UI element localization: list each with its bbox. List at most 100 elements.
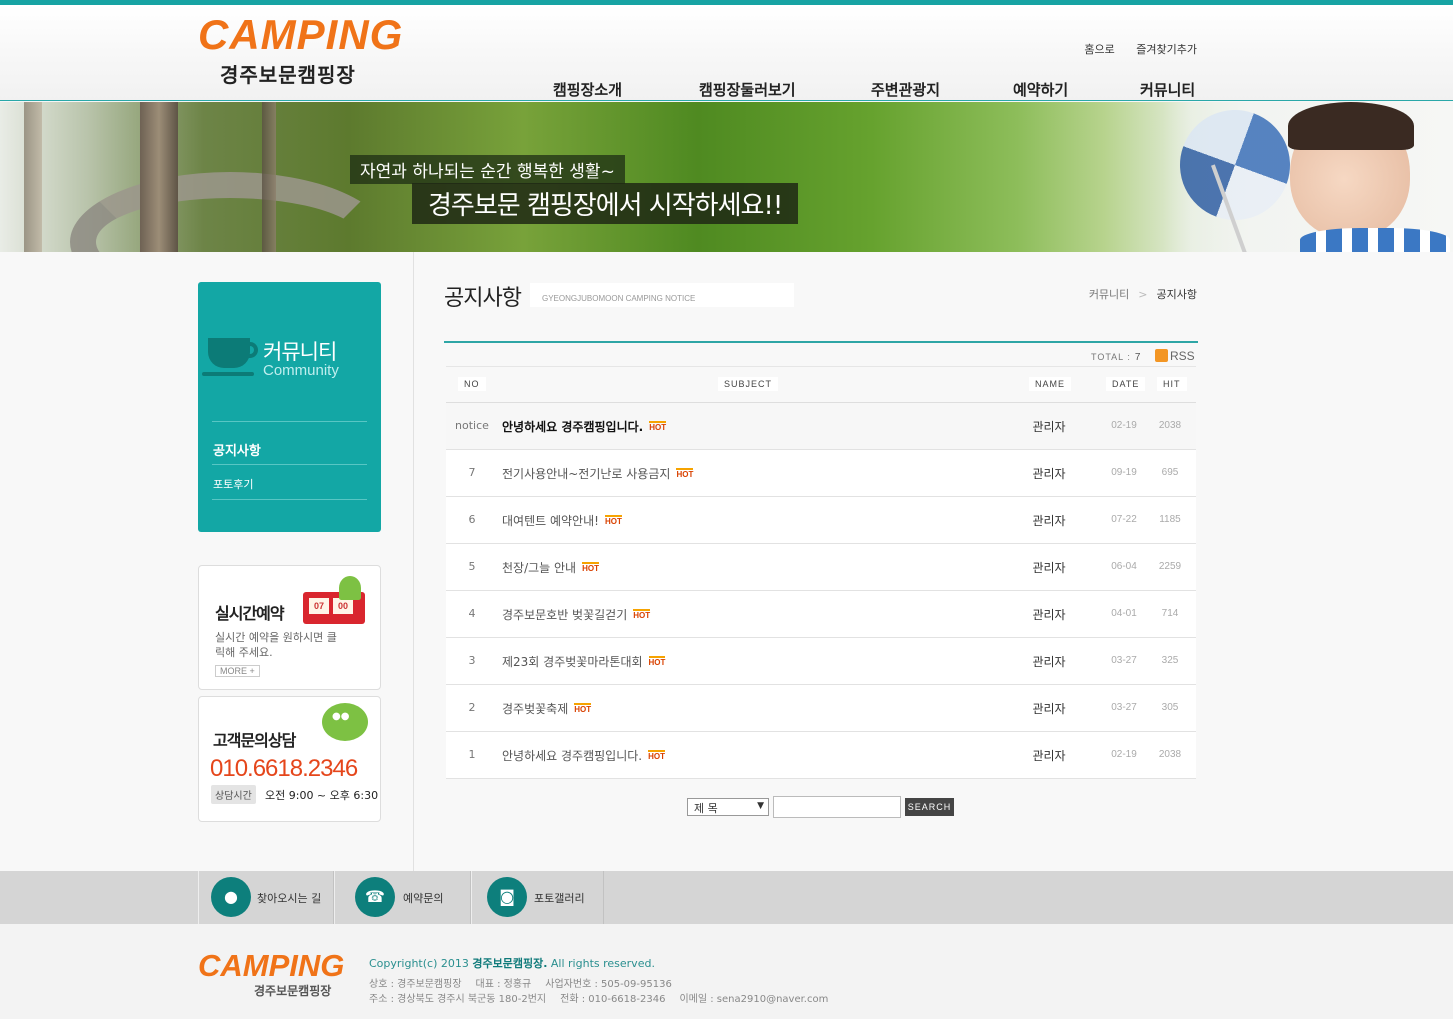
clock-hour: 07 [309, 598, 329, 614]
search-field-select[interactable]: 제 목 ▼ [687, 798, 769, 816]
row-hit: 714 [1161, 608, 1179, 619]
total-count: TOTAL :7 [1091, 352, 1142, 363]
table-row[interactable]: 5 천장/그늘 안내 HOT 관리자 06-04 2259 [446, 544, 1196, 591]
phone-icon: ☎ [355, 877, 395, 917]
row-subject[interactable]: 안녕하세요 경주캠핑입니다. HOT [502, 747, 666, 764]
row-name: 관리자 [1032, 420, 1066, 434]
row-no: 1 [468, 748, 476, 761]
row-subject[interactable]: 안녕하세요 경주캠핑입니다. HOT [502, 418, 667, 435]
breadcrumb-item[interactable]: 커뮤니티 [1089, 288, 1129, 301]
search-input[interactable] [773, 796, 901, 818]
clock-minute: 00 [333, 598, 353, 614]
row-name: 관리자 [1032, 514, 1066, 528]
footer-info-line: 주소 : 경상북도 경주시 북군동 180-2번지 전화 : 010-6618-2… [369, 994, 829, 1005]
breadcrumb: 커뮤니티 > 공지사항 [1089, 286, 1197, 302]
footer-logo: CAMPING 경주보문캠핑장 [198, 948, 345, 999]
row-hit: 305 [1161, 702, 1179, 713]
customer-service-box: ●● 고객문의상담 010.6618.2346 상담시간 오전 9:00 ~ 오… [198, 696, 381, 822]
cs-hours: 오전 9:00 ~ 오후 6:30 [265, 789, 379, 802]
nav-item-tour[interactable]: 캠핑장둘러보기 [699, 79, 796, 100]
row-name: 관리자 [1032, 655, 1066, 669]
row-hit: 325 [1161, 655, 1179, 666]
sidebar-item-photo-review[interactable]: 포토후기 [213, 476, 253, 492]
footer-info-line: 상호 : 경주보문캠핑장 대표 : 정홍규 사업자번호 : 505-09-95136 [369, 979, 672, 990]
banner-tree [140, 102, 178, 252]
row-date: 03-27 [1111, 702, 1137, 713]
dropdown-arrow-icon: ▼ [757, 801, 764, 811]
table-row[interactable]: 1 안녕하세요 경주캠핑입니다. HOT 관리자 02-19 2038 [446, 732, 1196, 779]
sidebar-item-notice[interactable]: 공지사항 [213, 440, 261, 459]
home-link[interactable]: 홈으로 [1084, 43, 1114, 56]
hot-badge: HOT [648, 656, 666, 667]
table-row[interactable]: 7 전기사용안내~전기난로 사용금지 HOT 관리자 09-19 695 [446, 450, 1196, 497]
sidebar-subtitle: Community [263, 362, 339, 379]
row-date: 02-19 [1111, 749, 1137, 760]
table-row[interactable]: 4 경주보문호반 벚꽃길걷기 HOT 관리자 04-01 714 [446, 591, 1196, 638]
row-name: 관리자 [1032, 749, 1066, 763]
row-subject[interactable]: 전기사용안내~전기난로 사용금지 HOT [502, 465, 694, 482]
table-row[interactable]: 6 대여텐트 예약안내! HOT 관리자 07-22 1185 [446, 497, 1196, 544]
realtime-reservation-box[interactable]: 실시간예약 07 00 실시간 예약을 원하시면 클릭해 주세요. MORE + [198, 565, 381, 690]
column-header-subject: SUBJECT [718, 377, 779, 391]
nav-item-community[interactable]: 커뮤니티 [1140, 79, 1195, 100]
quick-links-bar: ● 찾아오시는 길 ☎ 예약문의 ◙ 포토갤러리 [0, 871, 1453, 924]
child-hair [1288, 102, 1414, 150]
logo-word: CAMPING [198, 11, 404, 58]
more-button[interactable]: MORE + [215, 665, 260, 677]
column-header-date: DATE [1106, 377, 1146, 391]
row-no: 4 [468, 607, 476, 620]
row-subject[interactable]: 천장/그늘 안내 HOT [502, 559, 599, 576]
sidebar-menu: 커뮤니티 Community 공지사항 포토후기 [198, 282, 381, 532]
rss-link[interactable]: RSS [1155, 349, 1195, 363]
row-hit: 1185 [1159, 514, 1181, 525]
map-pin-icon: ● [211, 877, 251, 917]
row-hit: 2038 [1158, 749, 1182, 760]
table-header: NO SUBJECT NAME DATE HIT [446, 366, 1196, 403]
column-header-name: NAME [1029, 377, 1072, 391]
cs-phone: 010.6618.2346 [210, 755, 358, 782]
plant-icon [339, 576, 361, 600]
row-subject[interactable]: 경주벚꽃축제 HOT [502, 700, 592, 717]
row-name: 관리자 [1032, 608, 1066, 622]
copyright: Copyright(c) 2013 경주보문캠핑장. All rights re… [369, 957, 655, 970]
coffee-cup-handle [244, 342, 258, 358]
nav-item-reservation[interactable]: 예약하기 [1013, 79, 1068, 100]
reservation-desc: 실시간 예약을 원하시면 클릭해 주세요. [215, 631, 337, 659]
quick-link-photo-gallery[interactable]: ◙ 포토갤러리 [471, 871, 604, 924]
speech-bubble-icon: ●● [322, 703, 368, 741]
row-date: 02-19 [1111, 420, 1137, 431]
footer-info: 상호 : 경주보문캠핑장 대표 : 정홍규 사업자번호 : 505-09-95136… [369, 977, 842, 1007]
row-subject[interactable]: 대여텐트 예약안내! HOT [502, 512, 622, 529]
hot-badge: HOT [648, 750, 666, 761]
row-no: 6 [468, 513, 476, 526]
table-row[interactable]: 2 경주벚꽃축제 HOT 관리자 03-27 305 [446, 685, 1196, 732]
chevron-right-icon: > [1138, 288, 1148, 301]
hot-badge: HOT [676, 468, 694, 479]
row-date: 04-01 [1111, 608, 1137, 619]
sidebar-divider [413, 252, 414, 871]
table-row[interactable]: 3 제23회 경주벚꽃마라톤대회 HOT 관리자 03-27 325 [446, 638, 1196, 685]
nav-item-about[interactable]: 캠핑장소개 [553, 79, 622, 100]
main-banner: 자연과 하나되는 순간 행복한 생활~ 경주보문 캠핑장에서 시작하세요!! [0, 102, 1453, 252]
quick-link-reservation-inquiry[interactable]: ☎ 예약문의 [334, 871, 471, 924]
row-name: 관리자 [1032, 561, 1066, 575]
divider [212, 464, 367, 465]
row-subject[interactable]: 경주보문호반 벚꽃길걷기 HOT [502, 606, 651, 623]
row-no: 2 [468, 701, 476, 714]
banner-tree [24, 102, 42, 252]
divider [212, 499, 367, 500]
nav-item-attractions[interactable]: 주변관광지 [871, 79, 940, 100]
bookmark-link[interactable]: 즐겨찾기추가 [1136, 43, 1197, 56]
quick-link-directions[interactable]: ● 찾아오시는 길 [198, 871, 334, 924]
row-subject[interactable]: 제23회 경주벚꽃마라톤대회 HOT [502, 653, 666, 670]
row-name: 관리자 [1032, 702, 1066, 716]
table-row[interactable]: notice 안녕하세요 경주캠핑입니다. HOT 관리자 02-19 2038 [446, 403, 1196, 450]
divider [212, 421, 367, 422]
site-logo[interactable]: CAMPING 경주보문캠핑장 [198, 11, 404, 95]
search-button[interactable]: SEARCH [905, 798, 954, 816]
page-title: 공지사항 [444, 286, 522, 311]
utility-links: 홈으로 즐겨찾기추가 [1066, 41, 1197, 57]
main-nav: 캠핑장소개 캠핑장둘러보기 주변관광지 예약하기 커뮤니티 [553, 79, 1213, 101]
reservation-title: 실시간예약 [215, 604, 285, 623]
column-header-no: NO [458, 377, 486, 391]
